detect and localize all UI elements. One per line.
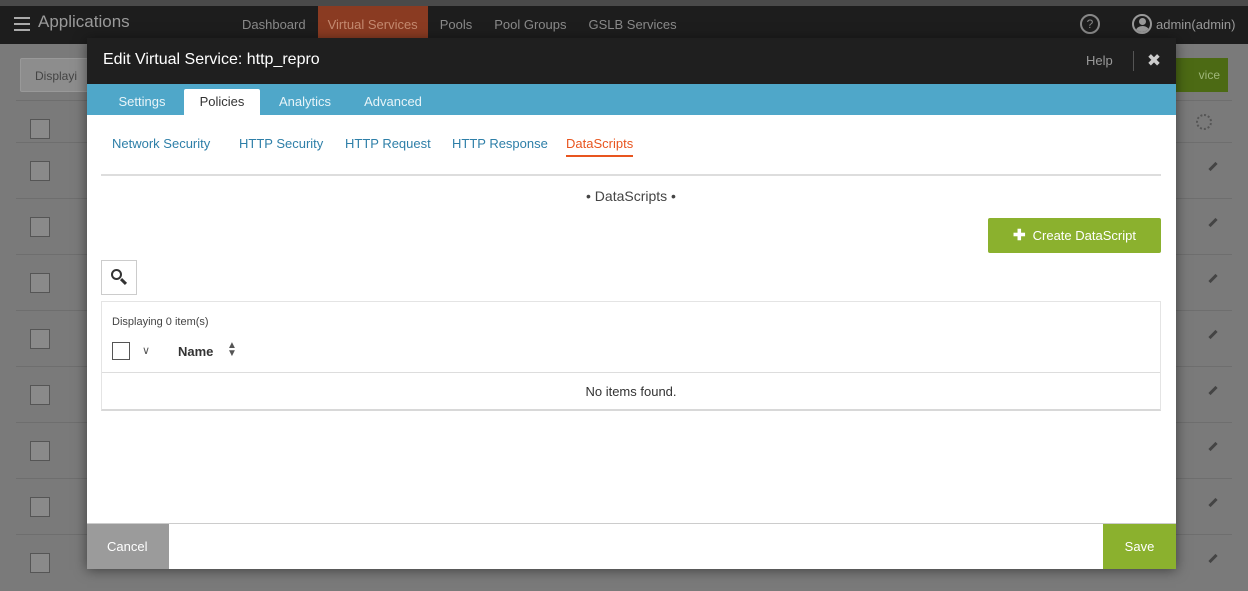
pencil-icon — [1208, 497, 1218, 508]
background-checkbox — [30, 119, 50, 139]
datascripts-grid: Displaying 0 item(s) ∨ Name ▲ ▼ No items … — [101, 301, 1161, 411]
help-circle-icon[interactable]: ? — [1080, 14, 1100, 34]
grid-divider — [102, 372, 1160, 373]
subtab-network-security[interactable]: Network Security — [112, 136, 210, 151]
tab-settings[interactable]: Settings — [107, 89, 177, 115]
background-checkbox — [30, 329, 50, 349]
pencil-icon — [1208, 441, 1218, 452]
background-checkbox — [30, 273, 50, 293]
pencil-icon — [1208, 329, 1218, 340]
modal-header: Edit Virtual Service: http_repro Help ✖ — [87, 38, 1176, 84]
user-menu[interactable]: admin(admin) — [1132, 14, 1235, 34]
plus-icon: ✚ — [1013, 227, 1026, 244]
tab-policies[interactable]: Policies — [184, 89, 260, 115]
cancel-button[interactable]: Cancel — [87, 524, 169, 569]
subtab-http-security[interactable]: HTTP Security — [239, 136, 323, 151]
subtab-http-response[interactable]: HTTP Response — [452, 136, 548, 151]
save-button[interactable]: Save — [1103, 524, 1176, 569]
modal-footer: Cancel Save — [87, 523, 1176, 569]
subtab-datascripts[interactable]: DataScripts — [566, 136, 634, 157]
modal-title: Edit Virtual Service: http_repro — [103, 51, 320, 68]
pencil-icon — [1208, 217, 1218, 228]
background-checkbox — [30, 385, 50, 405]
tab-analytics[interactable]: Analytics — [267, 89, 343, 115]
tab-advanced[interactable]: Advanced — [353, 89, 433, 115]
search-button[interactable] — [101, 260, 137, 295]
app-title: Applications — [38, 12, 130, 31]
column-header-name[interactable]: Name — [178, 344, 213, 359]
background-checkbox — [30, 217, 50, 237]
pencil-icon — [1208, 273, 1218, 284]
background-checkbox — [30, 553, 50, 573]
empty-message: No items found. — [585, 384, 677, 399]
user-avatar-icon — [1132, 14, 1152, 34]
item-count: Displaying 0 item(s) — [112, 316, 209, 328]
background-checkbox — [30, 161, 50, 181]
modal-tabbar: Settings Policies Analytics Advanced — [87, 84, 1176, 115]
pencil-icon — [1208, 553, 1218, 564]
edit-virtual-service-modal: Edit Virtual Service: http_repro Help ✖ … — [87, 38, 1176, 569]
pencil-icon — [1208, 385, 1218, 396]
chevron-down-icon[interactable]: ∨ — [142, 344, 150, 357]
hamburger-menu-icon[interactable] — [14, 17, 30, 31]
datascripts-section: • DataScripts • — [101, 174, 1161, 204]
user-name: admin(admin) — [1156, 16, 1236, 32]
sort-icon[interactable]: ▲ ▼ — [227, 341, 237, 359]
subtab-http-request[interactable]: HTTP Request — [345, 136, 431, 151]
close-icon[interactable]: ✖ — [1133, 51, 1164, 71]
section-title: • DataScripts • — [586, 188, 676, 204]
create-datascript-label: Create DataScript — [1032, 228, 1136, 243]
create-datascript-button[interactable]: ✚ Create DataScript — [988, 218, 1161, 253]
background-checkbox — [30, 497, 50, 517]
background-checkbox — [30, 441, 50, 461]
pencil-icon — [1208, 161, 1218, 172]
select-all-checkbox[interactable] — [112, 342, 130, 360]
help-link[interactable]: Help — [1086, 53, 1113, 68]
